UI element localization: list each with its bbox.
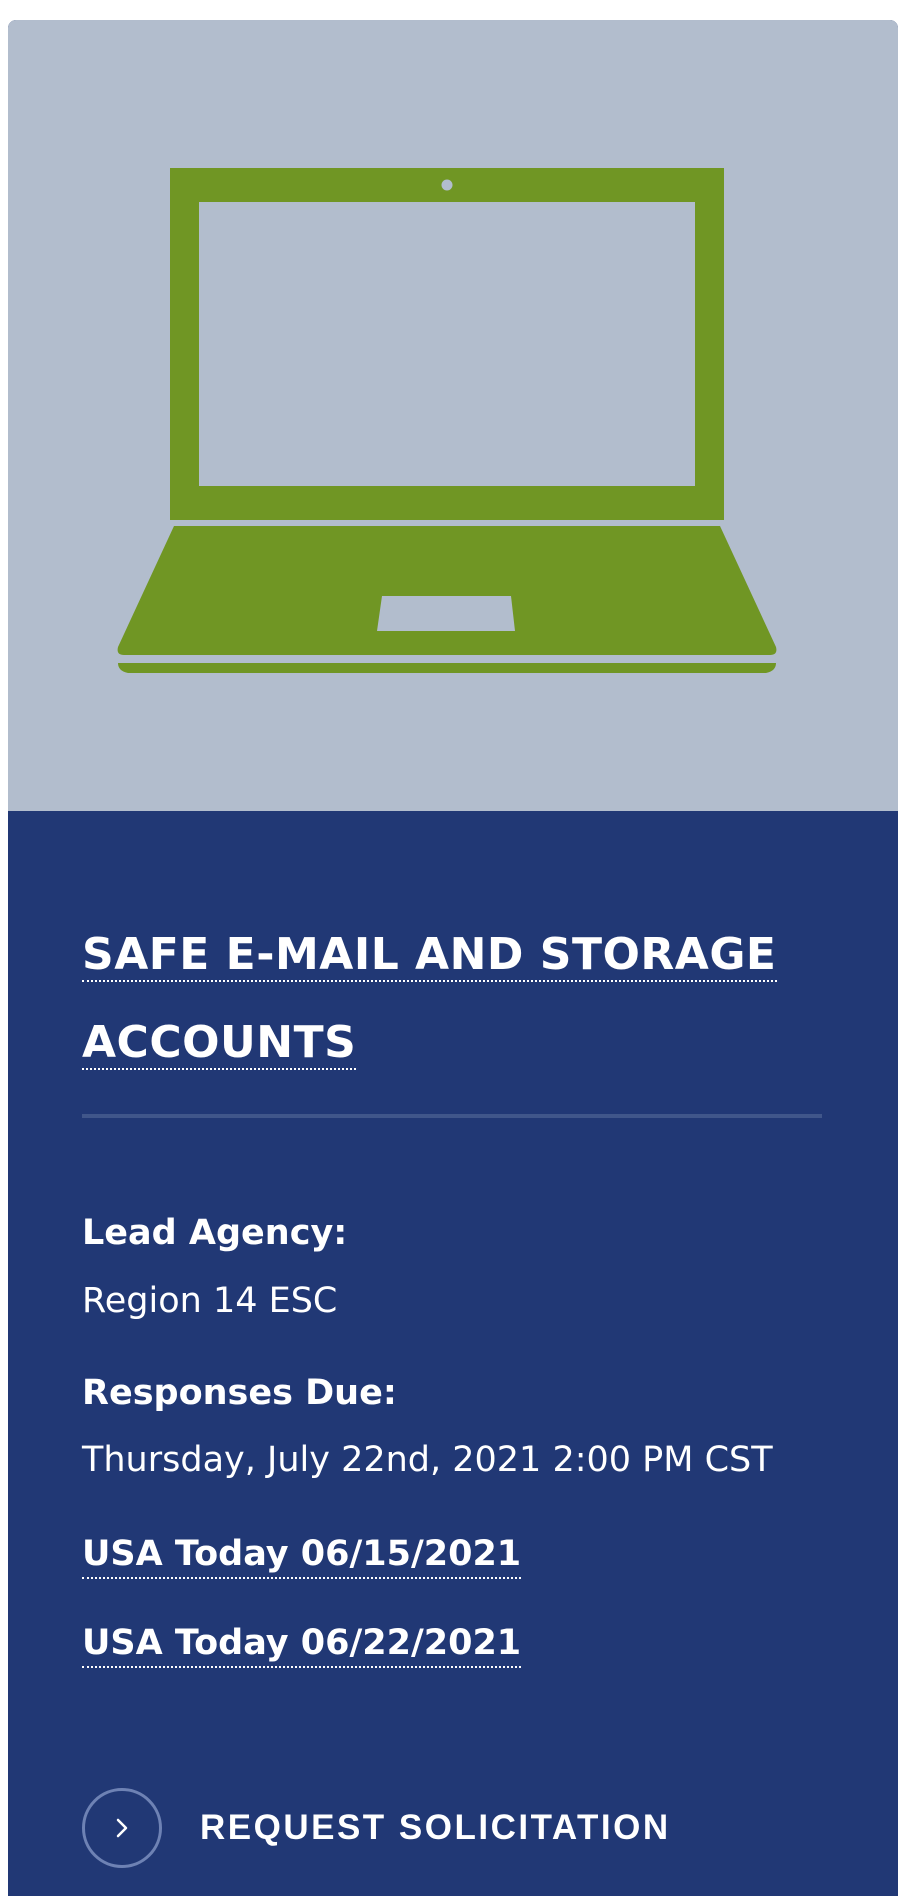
lead-agency-label: Lead Agency:: [82, 1213, 348, 1253]
responses-due-label: Responses Due:: [82, 1373, 397, 1413]
request-solicitation-button[interactable]: REQUEST SOLICITATION: [82, 1785, 671, 1871]
laptop-icon: [117, 168, 777, 673]
cta-circle: [82, 1788, 162, 1868]
document-link-usa-today-0622[interactable]: USA Today 06/22/2021: [82, 1620, 522, 1668]
responses-due-value: Thursday, July 22nd, 2021 2:00 PM CST: [82, 1440, 773, 1480]
document-link-usa-today-0615[interactable]: USA Today 06/15/2021: [82, 1531, 522, 1579]
divider: [82, 1114, 822, 1118]
card-body: SAFE E-MAIL AND STORAGE ACCOUNTS Lead Ag…: [8, 811, 898, 1896]
request-solicitation-label: REQUEST SOLICITATION: [200, 1808, 671, 1847]
lead-agency-value: Region 14 ESC: [82, 1281, 338, 1321]
card-title: SAFE E-MAIL AND STORAGE ACCOUNTS: [82, 911, 842, 1087]
card-title-link-line-2[interactable]: ACCOUNTS: [82, 1017, 357, 1070]
card-title-link-line-1[interactable]: SAFE E-MAIL AND STORAGE: [82, 929, 777, 982]
solicitation-card: SAFE E-MAIL AND STORAGE ACCOUNTS Lead Ag…: [8, 20, 898, 1896]
card-image: [8, 20, 898, 811]
chevron-right-icon: [116, 1818, 128, 1838]
